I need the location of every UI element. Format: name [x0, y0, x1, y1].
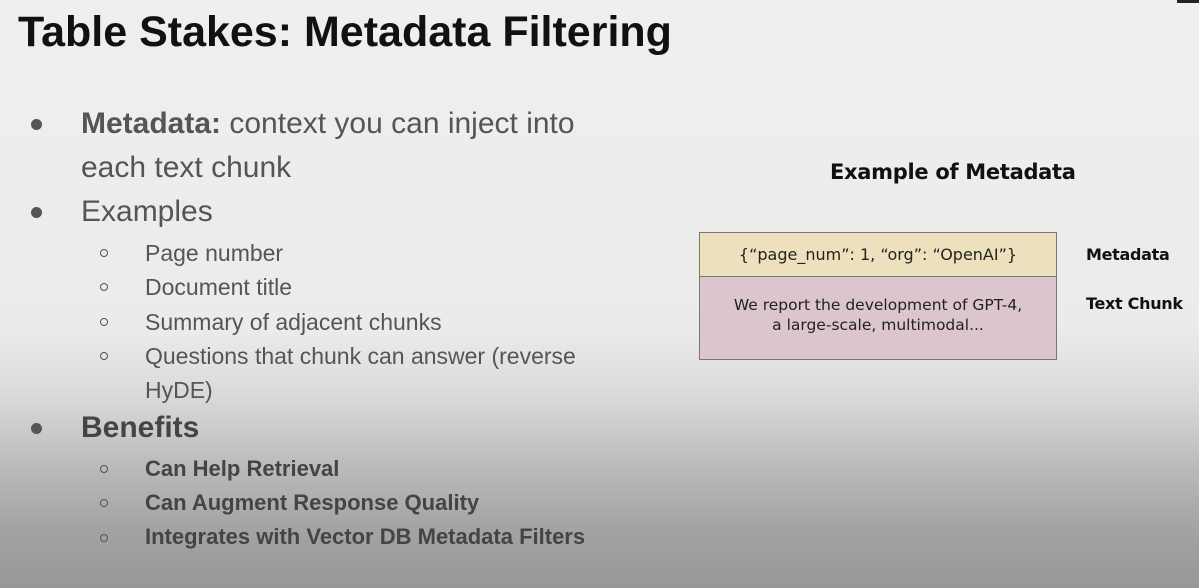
example-item: Questions that chunk can answer (reverse — [145, 343, 576, 369]
benefit-item: Can Augment Response Quality — [145, 490, 480, 515]
sub-bullet-ring — [100, 465, 108, 473]
bullet-dot — [31, 207, 42, 218]
text-chunk-box: We report the development of GPT-4, a la… — [699, 276, 1057, 360]
bullet-examples: Examples — [81, 195, 213, 228]
sub-bullet-ring — [100, 249, 108, 257]
metadata-term: Metadata: — [81, 107, 222, 140]
example-item-continuation: HyDE) — [145, 377, 213, 403]
example-item: Summary of adjacent chunks — [145, 309, 442, 335]
metadata-text-line1: context you can inject into — [221, 107, 575, 140]
metadata-box-text: {“page_num”: 1, “org”: “OpenAI”} — [738, 245, 1018, 264]
metadata-label: Metadata — [1086, 245, 1170, 264]
metadata-text-line2: each text chunk — [81, 151, 292, 184]
bullet-metadata: Metadata: context you can inject into — [81, 102, 575, 146]
example-item: Page number — [145, 240, 284, 266]
text-chunk-content: We report the development of GPT-4, a la… — [734, 295, 1022, 335]
benefit-item: Integrates with Vector DB Metadata Filte… — [145, 524, 586, 549]
benefit-item: Can Help Retrieval — [145, 456, 340, 481]
corner-mark — [1177, 0, 1199, 3]
sub-bullet-ring — [100, 283, 108, 291]
sub-bullet-ring — [100, 318, 108, 326]
sub-bullet-ring — [100, 352, 108, 360]
example-item: Document title — [145, 274, 293, 300]
sub-bullet-ring — [100, 499, 108, 507]
metadata-box: {“page_num”: 1, “org”: “OpenAI”} — [699, 232, 1057, 277]
bullet-dot — [31, 423, 42, 434]
bullet-dot — [31, 119, 42, 130]
text-chunk-label: Text Chunk — [1086, 294, 1183, 313]
bullet-benefits: Benefits — [81, 411, 200, 444]
text-chunk-line: a large-scale, multimodal... — [772, 316, 984, 334]
example-title: Example of Metadata — [830, 160, 1076, 184]
bullet-list: Metadata: context you can inject into ea… — [0, 0, 680, 588]
text-chunk-line: We report the development of GPT-4, — [733, 296, 1023, 314]
sub-bullet-ring — [100, 534, 108, 542]
